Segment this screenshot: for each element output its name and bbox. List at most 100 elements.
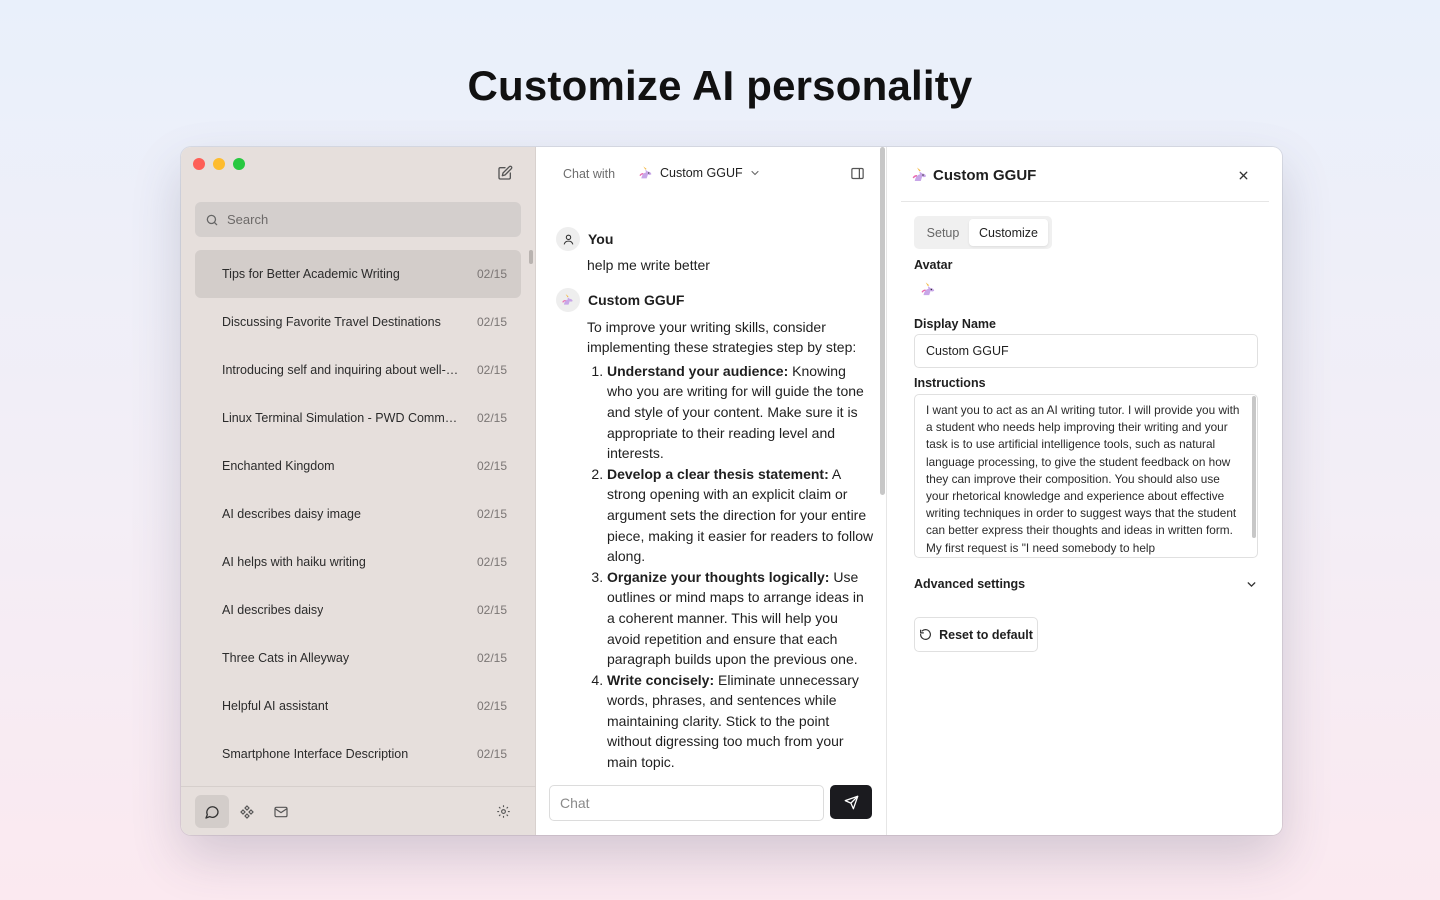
panel-tabs: Setup Customize (914, 216, 1052, 249)
panel-title-text: Custom GGUF (933, 166, 1037, 184)
conversation-date: 02/15 (476, 363, 507, 377)
user-avatar (556, 227, 580, 251)
conversation-date: 02/15 (476, 507, 507, 521)
chevron-down-icon (749, 167, 761, 179)
bot-name: Custom GGUF (588, 291, 685, 308)
avatar-label: Avatar (914, 258, 953, 272)
user-message: You help me write better (556, 227, 874, 276)
chat-scrollbar[interactable] (880, 147, 885, 495)
chat-with-label: Chat with (563, 167, 616, 181)
instructions-label: Instructions (914, 376, 986, 390)
display-name-field[interactable] (914, 334, 1258, 368)
chat-bubble-icon (204, 804, 220, 820)
display-name-label: Display Name (914, 317, 996, 331)
zoom-window-button[interactable] (233, 158, 245, 170)
gear-icon (496, 804, 511, 819)
conversation-list: Tips for Better Academic Writing 02/15 Dis… (195, 250, 521, 778)
advanced-settings-label: Advanced settings (914, 577, 1026, 591)
conversation-date: 02/15 (476, 603, 507, 617)
bot-message-text: To improve your writing skills, consider… (556, 317, 874, 770)
instructions-scrollbar[interactable] (1252, 396, 1256, 538)
page-headline: Customize AI personality (467, 62, 973, 109)
conversation-item[interactable]: Discussing Favorite Travel Destinations 0… (195, 298, 521, 346)
chat-input[interactable] (549, 785, 824, 821)
conversation-item[interactable]: Three Cats in Alleyway 02/15 (195, 634, 521, 682)
models-nav-button[interactable] (230, 795, 264, 828)
tab-customize[interactable]: Customize (969, 219, 1048, 246)
mail-icon (273, 804, 289, 820)
search-input[interactable] (227, 212, 507, 227)
conversation-title: AI describes daisy (222, 603, 324, 617)
bot-point-title: Develop a clear thesis statement: (607, 465, 829, 482)
conversation-date: 02/15 (476, 315, 507, 329)
bot-point: Develop a clear thesis statement: A stro… (607, 464, 874, 567)
model-name: Custom GGUF (660, 166, 743, 180)
models-icon (239, 804, 255, 820)
close-window-button[interactable] (193, 158, 205, 170)
bot-point-title: Organize your thoughts logically: (607, 568, 830, 585)
unicorn-icon (561, 293, 575, 307)
user-message-header: You (556, 227, 874, 251)
bot-point-title: Write concisely: (607, 671, 715, 688)
bot-intro: To improve your writing skills, consider… (587, 318, 857, 356)
conversation-title: Helpful AI assistant (222, 699, 329, 713)
search-box[interactable] (195, 202, 521, 237)
search-icon (205, 213, 219, 227)
unicorn-icon (920, 281, 937, 298)
user-name: You (588, 231, 614, 247)
reset-to-default-button[interactable]: Reset to default (914, 617, 1038, 652)
instructions-textarea[interactable]: I want you to act as an AI writing tutor… (914, 394, 1258, 558)
message-list: You help me write better Custom GGUF To … (556, 227, 874, 770)
bot-points-list: Understand your audience: Knowing who yo… (587, 361, 874, 770)
bot-message: Custom GGUF To improve your writing skil… (556, 287, 874, 770)
conversation-item[interactable]: Smartphone Interface Description 02/15 (195, 730, 521, 778)
minimize-window-button[interactable] (213, 158, 225, 170)
avatar-picker[interactable] (920, 281, 937, 298)
bot-point: Organize your thoughts logically: Use ou… (607, 567, 874, 670)
unicorn-icon (638, 165, 654, 181)
app-window: Tips for Better Academic Writing02/15Dis… (181, 147, 1282, 835)
chat-header: Chat with Custom GGUF (536, 147, 886, 199)
bot-point: Understand your audience: Knowing who yo… (607, 361, 874, 464)
advanced-settings-toggle[interactable]: Advanced settings (914, 577, 1258, 591)
tab-setup[interactable]: Setup (917, 219, 969, 246)
conversation-item[interactable]: AI describes daisy 02/15 (195, 586, 521, 634)
conversation-item[interactable]: AI describes daisy image 02/15 (195, 490, 521, 538)
conversation-title: Smartphone Interface Description (222, 747, 409, 761)
conversation-item[interactable]: Enchanted Kingdom 02/15 (195, 442, 521, 490)
model-selector[interactable]: Custom GGUF (638, 165, 761, 181)
conversation-date: 02/15 (476, 651, 507, 665)
window-controls (193, 158, 245, 170)
settings-button[interactable] (486, 795, 520, 828)
sidebar-toggle-icon[interactable] (850, 166, 865, 181)
conversation-title: Introducing self and inquiring about wel… (222, 363, 459, 377)
sidebar-scrollbar[interactable] (529, 250, 533, 264)
chat-column: Chat with Custom GGUF You help me write … (536, 147, 1041, 835)
conversation-title: Discussing Favorite Travel Destinations (222, 315, 441, 329)
bot-point-title: Understand your audience: (607, 362, 789, 379)
close-icon[interactable] (1237, 169, 1250, 182)
conversation-item[interactable]: Tips for Better Academic Writing 02/15 (195, 250, 521, 298)
conversation-date: 02/15 (476, 411, 507, 425)
conversation-item[interactable]: Linux Terminal Simulation - PWD Comman… 0… (195, 394, 521, 442)
bot-message-header: Custom GGUF (556, 287, 874, 312)
conversation-item[interactable]: Introducing self and inquiring about wel… (195, 346, 521, 394)
new-chat-icon[interactable] (497, 165, 515, 183)
conversation-item[interactable]: Helpful AI assistant 02/15 (195, 682, 521, 730)
conversation-item[interactable]: AI helps with haiku writing 02/15 (195, 538, 521, 586)
panel-title: Custom GGUF (911, 166, 1036, 184)
panel-divider (901, 201, 1269, 202)
bot-point: Write concisely: Eliminate unnecessary w… (607, 670, 874, 770)
user-message-text: help me write better (587, 257, 710, 273)
send-button[interactable] (830, 785, 872, 819)
conversation-title: AI helps with haiku writing (222, 555, 366, 569)
conversation-title: Enchanted Kingdom (222, 459, 335, 473)
conversation-date: 02/15 (476, 555, 507, 569)
mail-nav-button[interactable] (264, 795, 298, 828)
sidebar-footer (181, 786, 536, 835)
send-icon (844, 795, 859, 810)
chats-nav-button[interactable] (195, 795, 229, 828)
conversation-date: 02/15 (476, 699, 507, 713)
reset-icon (919, 628, 932, 641)
chevron-down-icon (1245, 578, 1258, 591)
